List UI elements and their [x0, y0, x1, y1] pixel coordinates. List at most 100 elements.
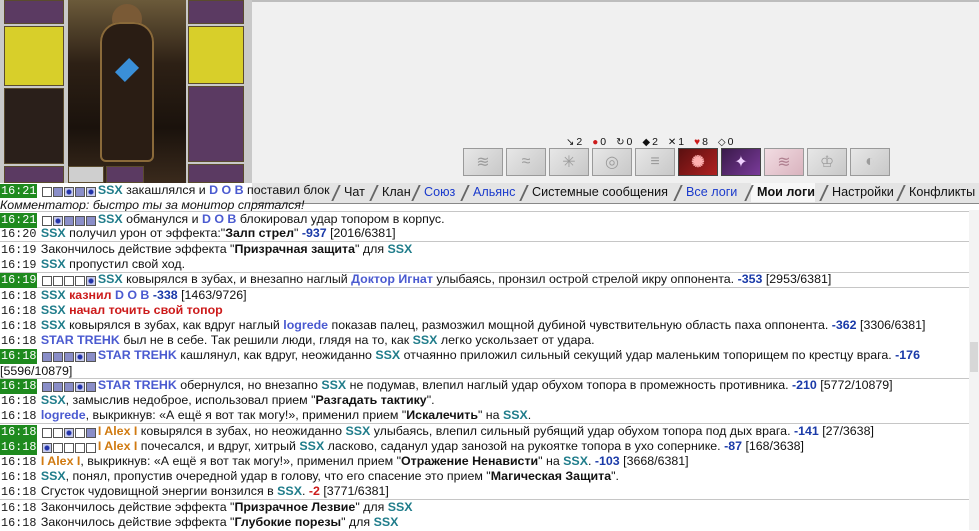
equipment-slot-boots[interactable]	[4, 166, 64, 183]
log-text: " для	[341, 515, 371, 529]
player-name[interactable]: SSX	[41, 393, 66, 407]
status-boxes	[41, 349, 97, 364]
skill-3-icon[interactable]: ✳	[549, 148, 589, 176]
skill-7-icon[interactable]: ✦	[721, 148, 761, 176]
player-name[interactable]: SSX	[41, 303, 66, 317]
player-name[interactable]: STAR TREHK	[98, 378, 177, 392]
player-name[interactable]: D O B	[202, 212, 236, 226]
skill-1-icon[interactable]: ≋	[463, 148, 503, 176]
log-text: , выкрикнув: «А ещё я вот так могу!», пр…	[80, 454, 401, 468]
timestamp: 16:18	[1, 319, 37, 333]
equipment-slot-gloves[interactable]	[4, 0, 64, 24]
stat-value: 2	[576, 136, 583, 148]
damage-value: -141	[793, 424, 819, 438]
skill-9-icon[interactable]: ♔	[807, 148, 847, 176]
log-text: .	[527, 408, 532, 422]
status-boxes	[41, 184, 97, 198]
player-name[interactable]: logrede	[41, 408, 86, 422]
timestamp: 16:18	[0, 349, 38, 364]
effect-name: Глубокие порезы	[234, 515, 342, 529]
log-text: ".	[426, 393, 435, 407]
log-line: 16:18 Сгусток чудовищной энергии вонзилс…	[0, 484, 979, 500]
skill-6-icon[interactable]: ✺	[678, 148, 718, 176]
commentator-text: Комментатор: быстро ты за монитор спрята…	[0, 198, 305, 212]
stat-value: 0	[600, 136, 607, 148]
player-name[interactable]: I Alex I	[41, 454, 80, 468]
timestamp: 16:18	[1, 455, 37, 469]
stat-value: 8	[702, 136, 708, 148]
log-line: 16:18 SSX ковырялся в зубах, как вдруг н…	[0, 318, 979, 333]
player-name[interactable]: SSX	[413, 333, 438, 347]
stat-value: 1	[678, 136, 685, 148]
log-text: отчаянно приложил сильный секущий удар м…	[403, 348, 892, 362]
player-name[interactable]: I Alex I	[98, 424, 137, 438]
log-text: .	[301, 484, 306, 498]
damage-value: -362	[831, 318, 857, 332]
player-name[interactable]: SSX	[98, 212, 123, 226]
skill-5-icon[interactable]: ≡	[635, 148, 675, 176]
player-name[interactable]: SSX	[345, 424, 370, 438]
player-name[interactable]: SSX	[388, 500, 413, 514]
log-text: казнил	[69, 288, 112, 302]
log-text: ".	[611, 469, 619, 483]
effect-name: Призрачная защита	[234, 242, 356, 256]
equipment-slot-weapon[interactable]	[4, 26, 64, 86]
scrollbar-thumb[interactable]	[970, 342, 978, 372]
log-text: не подумав, влепил наглый удар обухом то…	[349, 378, 789, 392]
damage-value: -2	[308, 484, 320, 498]
player-name[interactable]: I Alex I	[98, 439, 137, 453]
skills-bar: ≋ ≈ ✳ ◎ ≡ ✺ ✦ ≋ ♔ ◐	[463, 148, 890, 176]
player-name[interactable]: Доктор Игнат	[351, 272, 433, 286]
log-scrollbar[interactable]	[969, 210, 979, 530]
player-name[interactable]: SSX	[299, 439, 324, 453]
log-line: 16:18 I Alex I ковырялся в зубах, но нео…	[0, 424, 979, 440]
skill-10-icon[interactable]: ◐	[850, 148, 890, 176]
player-name[interactable]: STAR TREHK	[41, 333, 120, 347]
damage-value: -937	[301, 226, 327, 240]
equipment-slot-ring[interactable]	[188, 164, 244, 183]
player-name[interactable]: SSX	[563, 454, 588, 468]
log-text: поставил блок	[246, 183, 330, 197]
equipment-slot-leggings[interactable]	[188, 86, 244, 162]
log-text: Закончилось действие эффекта "	[40, 242, 235, 256]
player-name[interactable]: SSX	[503, 408, 528, 422]
player-name[interactable]: STAR TREHK	[98, 348, 177, 362]
equipment-slot-bracers[interactable]	[188, 0, 244, 24]
player-name[interactable]: SSX	[41, 226, 66, 240]
player-name[interactable]: SSX	[321, 378, 346, 392]
log-line: 16:18 SSX начал точить свой топор	[0, 303, 979, 318]
combat-log: 16:21 SSX закашлялся и D O B поставил бл…	[0, 183, 979, 530]
skill-4-icon[interactable]: ◎	[592, 148, 632, 176]
player-name[interactable]: D O B	[209, 183, 243, 197]
player-name[interactable]: SSX	[41, 288, 66, 302]
player-name[interactable]: D O B	[115, 288, 149, 302]
player-name[interactable]: SSX	[387, 242, 412, 256]
timestamp: 16:18	[0, 425, 38, 440]
log-text: " для	[355, 500, 385, 514]
blood-drop-icon: ●	[592, 136, 599, 148]
skill-name: Разгадать тактику	[315, 393, 427, 407]
player-name[interactable]: SSX	[41, 257, 66, 271]
character-armor	[100, 22, 154, 162]
equipment-slot-offhand[interactable]	[188, 26, 244, 84]
damage-value: -353	[737, 272, 763, 286]
equipment-slot-belt[interactable]	[106, 166, 144, 183]
player-name[interactable]: SSX	[98, 183, 123, 197]
equipment-slot-empty[interactable]	[68, 166, 104, 183]
player-name[interactable]: SSX	[98, 272, 123, 286]
player-name[interactable]: SSX	[277, 484, 302, 498]
player-name[interactable]: SSX	[41, 318, 66, 332]
stat-value: 2	[652, 136, 658, 148]
log-line: 16:19 SSX ковырялся в зубах, и внезапно …	[0, 272, 979, 288]
player-name[interactable]: logrede	[283, 318, 328, 332]
shield-outline-icon: ◇	[717, 136, 726, 148]
skill-8-icon[interactable]: ≋	[764, 148, 804, 176]
log-text: начал точить свой топор	[69, 303, 223, 317]
skill-2-icon[interactable]: ≈	[506, 148, 546, 176]
timestamp: 16:18	[1, 470, 37, 484]
equipment-slot-cloak[interactable]	[4, 88, 64, 164]
player-name[interactable]: SSX	[375, 348, 400, 362]
player-name[interactable]: SSX	[374, 515, 399, 529]
log-text: " на	[538, 454, 560, 468]
player-name[interactable]: SSX	[41, 469, 66, 483]
